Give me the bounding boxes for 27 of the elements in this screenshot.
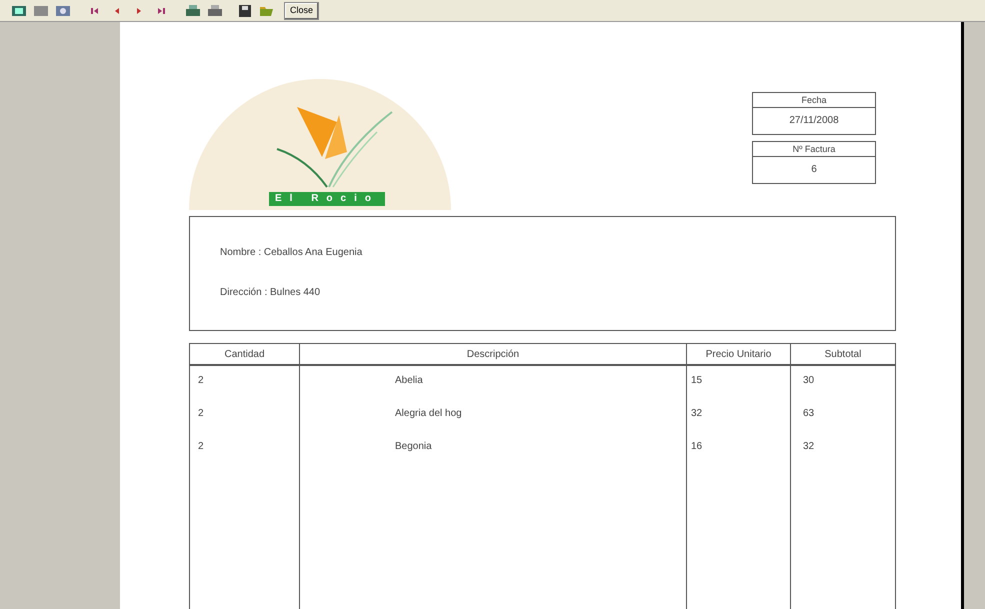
table-cell-text: 30 — [802, 374, 816, 388]
table-cell-text: 15 — [690, 374, 704, 388]
box-value: 6 — [810, 163, 818, 177]
table-cell-text: 16 — [690, 440, 704, 454]
column-header: Descripción — [300, 344, 686, 366]
box-label: Nº Factura — [753, 142, 875, 157]
close-button[interactable]: Close — [284, 2, 320, 20]
table-cell-text: 2 — [197, 440, 205, 454]
table-cell-text: Begonia — [394, 440, 433, 454]
printer-icon[interactable] — [206, 2, 224, 18]
table-cell-text: 2 — [197, 407, 205, 421]
customer-field: Nombre : Ceballos Ana Eugenia — [220, 245, 895, 260]
table-cell-text: Abelia — [394, 374, 424, 388]
table-cell-text: 32 — [802, 440, 816, 454]
table-cell-text: Alegria del hog — [394, 407, 463, 421]
save-icon[interactable] — [236, 2, 254, 18]
column-header: Precio Unitario — [687, 344, 790, 366]
table-cell-text: 63 — [802, 407, 816, 421]
logo-text: El Rocio — [268, 192, 385, 206]
printer-icon[interactable] — [184, 2, 202, 18]
table-cell-text: 32 — [690, 407, 704, 421]
box-value: 27/11/2008 — [788, 114, 840, 128]
box-label: Fecha — [753, 93, 875, 108]
column-header: Subtotal — [791, 344, 895, 366]
table-cell-text: 2 — [197, 374, 205, 388]
column-header: Cantidad — [190, 344, 299, 366]
customer-field: Dirección : Bulnes 440 — [220, 285, 895, 300]
